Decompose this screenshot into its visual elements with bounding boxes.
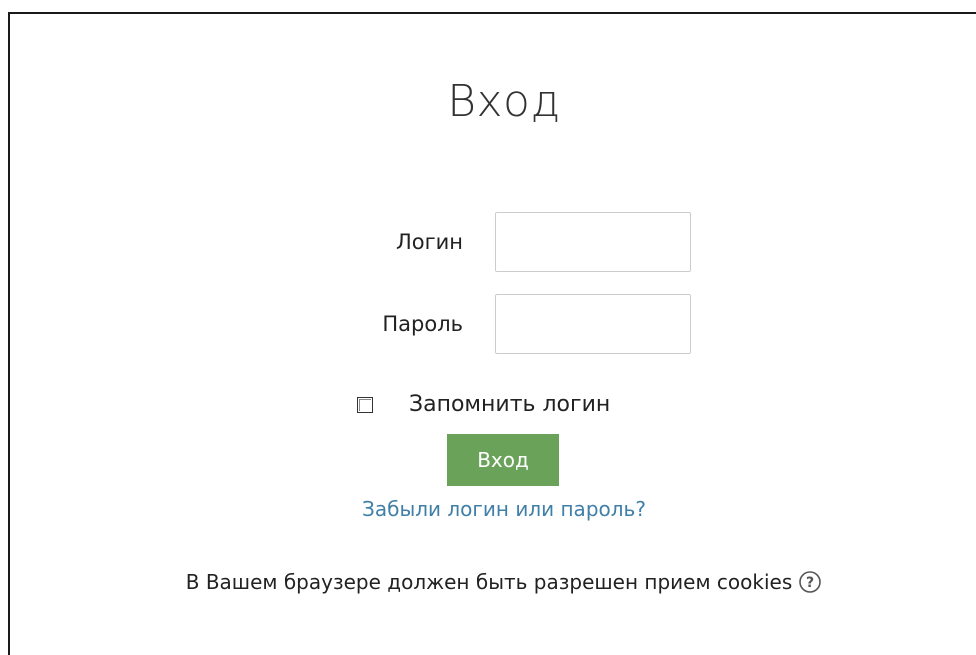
remember-label[interactable]: Запомнить логин <box>409 392 610 417</box>
forgot-password-link[interactable]: Забыли логин или пароль? <box>10 497 976 521</box>
login-button[interactable]: Вход <box>447 434 559 486</box>
remember-checkbox[interactable] <box>357 396 373 413</box>
cookies-notice: В Вашем браузере должен быть разрешен пр… <box>10 570 976 594</box>
question-circle-icon[interactable]: ? <box>798 570 822 594</box>
cookies-notice-text: В Вашем браузере должен быть разрешен пр… <box>185 570 793 594</box>
page-title: Вход <box>447 76 561 127</box>
username-input[interactable] <box>495 212 691 272</box>
password-row: Пароль <box>333 294 691 354</box>
svg-text:?: ? <box>806 575 814 591</box>
username-label: Логин <box>395 230 463 254</box>
password-label: Пароль <box>382 312 463 336</box>
password-input[interactable] <box>495 294 691 354</box>
login-panel: Вход Логин Пароль Запомнить логин Вход З… <box>8 12 976 655</box>
remember-row[interactable]: Запомнить логин <box>357 392 610 417</box>
username-row: Логин <box>333 212 691 272</box>
